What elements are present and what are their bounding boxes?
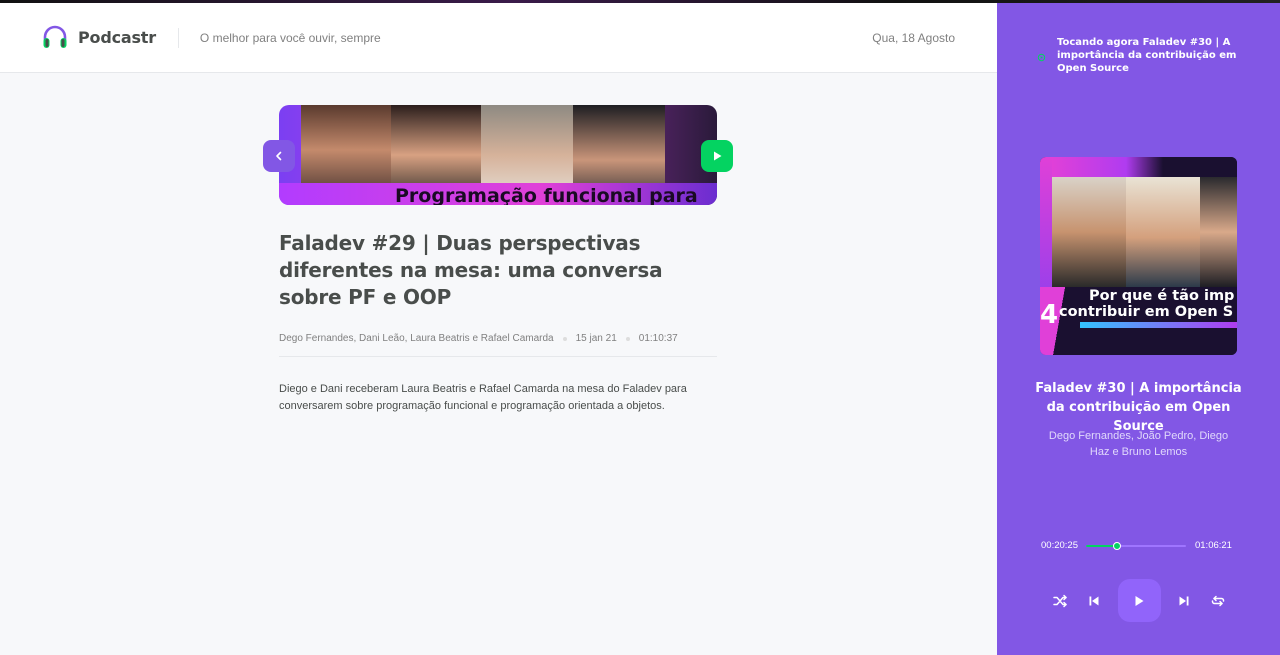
skip-previous-icon bbox=[1089, 596, 1099, 605]
previous-button[interactable] bbox=[1084, 591, 1104, 611]
progress-slider[interactable] bbox=[1085, 541, 1186, 550]
cover-text-line-2: contribuir em Open S bbox=[1059, 304, 1234, 320]
repeat-button[interactable] bbox=[1208, 591, 1228, 611]
play-episode-button[interactable] bbox=[701, 140, 733, 172]
player-cover: 4 Por que é tão imp contribuir em Open S bbox=[1040, 157, 1237, 355]
episode-meta: Dego Fernandes, Dani Leão, Laura Beatris… bbox=[279, 333, 717, 357]
meta-separator bbox=[625, 336, 630, 341]
episode-details: Programação funcional para Faladev #29 |… bbox=[263, 105, 733, 415]
shuffle-icon bbox=[1053, 594, 1067, 607]
back-button[interactable] bbox=[263, 140, 295, 172]
app: Podcastr O melhor para você ouvir, sempr… bbox=[0, 3, 1280, 655]
current-time: 00:20:25 bbox=[1041, 540, 1078, 551]
play-button[interactable] bbox=[1117, 579, 1161, 622]
repeat-icon bbox=[1211, 595, 1225, 606]
current-date: Qua, 18 Agosto bbox=[872, 30, 955, 45]
logo[interactable]: Podcastr bbox=[42, 25, 156, 51]
episode-thumbnail-wrapper: Programação funcional para bbox=[263, 105, 733, 205]
player-controls bbox=[1050, 579, 1228, 622]
chevron-left-icon bbox=[276, 151, 282, 161]
tagline: O melhor para você ouvir, sempre bbox=[199, 30, 381, 45]
now-playing-header: Tocando agora Faladev #30 | A importânci… bbox=[1037, 36, 1237, 75]
cover-person-2 bbox=[1126, 177, 1200, 287]
meta-separator bbox=[562, 336, 567, 341]
episode-title: Faladev #29 | Duas perspectivas diferent… bbox=[279, 231, 663, 309]
headphones-logo-icon bbox=[43, 25, 67, 48]
shuffle-button[interactable] bbox=[1050, 591, 1070, 611]
next-button[interactable] bbox=[1174, 591, 1194, 611]
thumbnail-text: Programação funcional para bbox=[395, 185, 698, 205]
progress-handle[interactable] bbox=[1112, 541, 1121, 550]
play-icon bbox=[714, 151, 722, 161]
total-time: 01:06:21 bbox=[1194, 540, 1232, 551]
cover-text: Por que é tão imp contribuir em Open S bbox=[1059, 288, 1234, 320]
progress-bar: 00:20:25 01:06:21 bbox=[1041, 540, 1235, 551]
skip-next-icon bbox=[1179, 596, 1189, 605]
episode-description: Diego e Dani receberam Laura Beatris e R… bbox=[279, 383, 687, 412]
episode-duration: 01:10:37 bbox=[638, 333, 678, 344]
main-content: Podcastr O melhor para você ouvir, sempr… bbox=[0, 3, 997, 655]
header-divider bbox=[177, 27, 179, 48]
cover-number: 4 bbox=[1040, 300, 1059, 330]
app-name: Podcastr bbox=[78, 28, 156, 47]
now-playing-text: Tocando agora Faladev #30 | A importânci… bbox=[1057, 37, 1237, 74]
player: Tocando agora Faladev #30 | A importânci… bbox=[997, 3, 1280, 655]
episode-members: Dego Fernandes, Dani Leão, Laura Beatris… bbox=[279, 333, 554, 344]
episode-date: 15 jan 21 bbox=[575, 333, 617, 344]
cover-person-3 bbox=[1200, 177, 1237, 287]
cover-text-line-1: Por que é tão imp bbox=[1089, 288, 1235, 304]
play-icon bbox=[1135, 595, 1144, 606]
episode-thumbnail: Programação funcional para bbox=[279, 105, 717, 205]
header: Podcastr O melhor para você ouvir, sempr… bbox=[0, 3, 997, 73]
playing-icon bbox=[1037, 53, 1046, 62]
cover-top-band bbox=[1052, 157, 1237, 177]
cover-accent-bar bbox=[1080, 322, 1237, 328]
cover-person-1 bbox=[1052, 177, 1126, 287]
player-episode-members: Dego Fernandes, João Pedro, Diego Haz e … bbox=[1048, 430, 1229, 458]
